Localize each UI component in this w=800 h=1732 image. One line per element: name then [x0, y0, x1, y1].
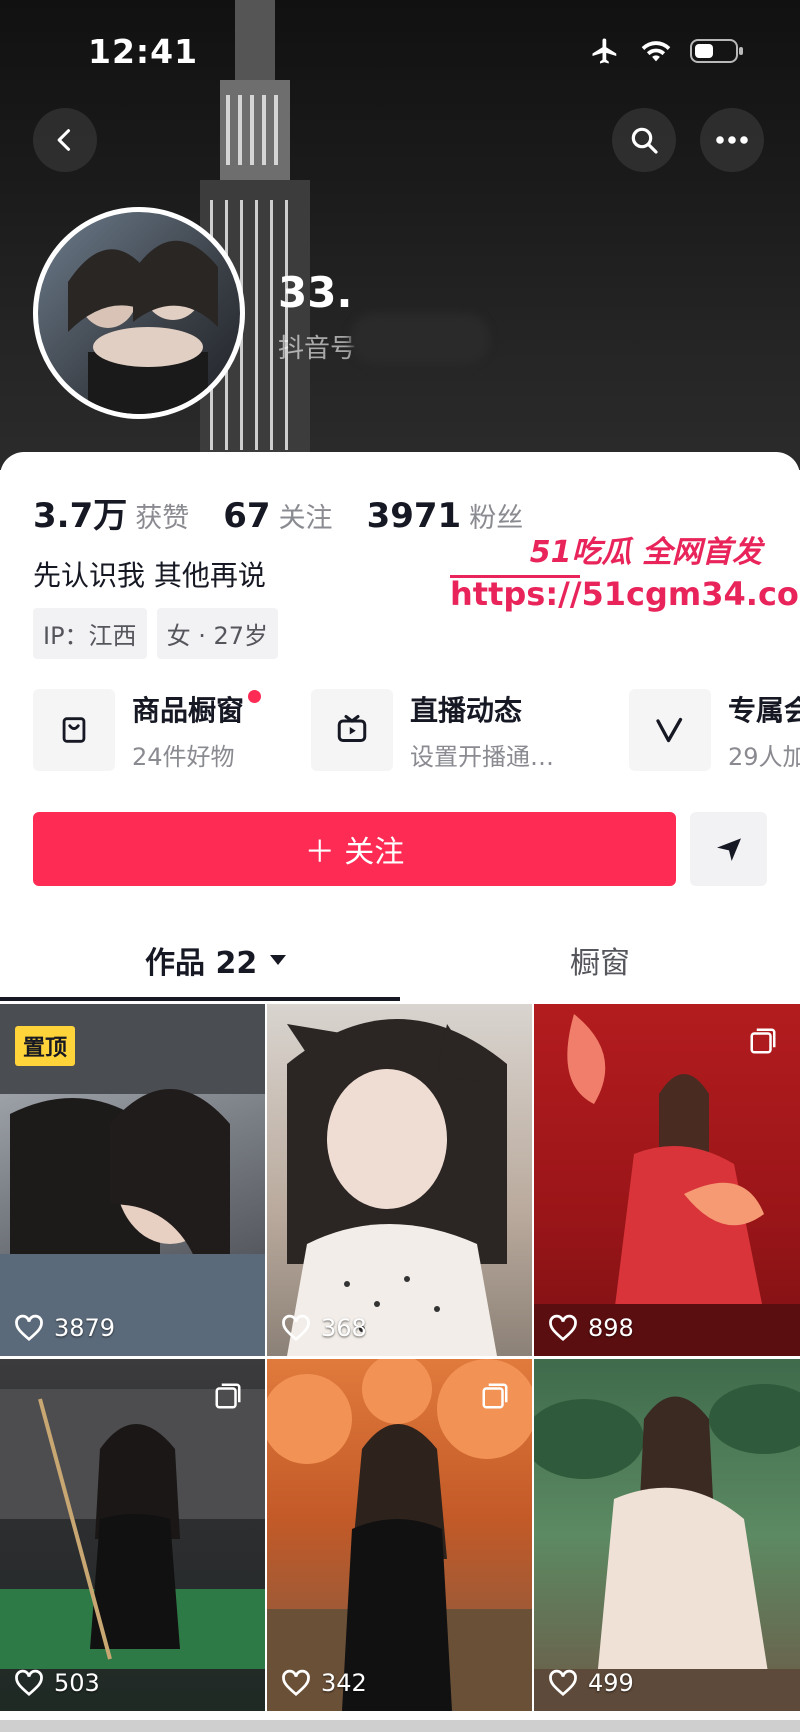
nickname: 33. — [278, 268, 353, 317]
chevron-left-icon — [57, 129, 71, 151]
heart-icon — [549, 1314, 577, 1342]
likes-label: 获赞 — [135, 503, 190, 534]
feature-text: 商品橱窗 24件好物 — [132, 689, 244, 772]
tab-works-label: 作品 22 — [145, 946, 258, 981]
video-likes: 898 — [548, 1314, 634, 1342]
likes-count-label: 503 — [54, 1669, 100, 1697]
bio: 先认识我 其他再说 — [33, 559, 266, 592]
thumbnail-image — [287, 1019, 507, 1356]
multi-image-icon — [215, 1383, 241, 1409]
feature-exclusive[interactable]: 专属会 29人加 — [629, 688, 800, 772]
search-button[interactable] — [612, 108, 676, 172]
avatar-image — [68, 240, 218, 414]
following-label: 关注 — [278, 503, 333, 534]
douyin-id-redacted — [350, 313, 490, 365]
more-dots-icon — [716, 136, 748, 144]
video-thumbnail[interactable]: 342 — [267, 1359, 532, 1711]
profile-card: 3.7万 获赞 67 关注 3971 粉丝 先认识我 其他再说 IP：江西 女 … — [0, 452, 800, 1732]
thumbnail-image — [534, 1014, 800, 1356]
likes-count-label: 368 — [321, 1314, 367, 1342]
likes-count-label: 3879 — [54, 1314, 116, 1342]
airplane-icon — [592, 38, 617, 64]
tab-active-indicator — [0, 997, 400, 1001]
feature-subtitle: 29人加 — [728, 742, 800, 771]
feature-row: 商品橱窗 24件好物 直播动态 设置开播通… 专属会 29人加 — [33, 688, 800, 778]
following-count[interactable]: 67 — [223, 496, 270, 536]
video-grid: 置顶 3879 368 898 503 342 499 — [0, 1004, 800, 1711]
tab-shop-window[interactable]: 橱窗 — [570, 920, 630, 1000]
status-bar: 12:41 — [0, 0, 800, 100]
status-icons — [588, 36, 744, 66]
thumbnail-image — [0, 1389, 265, 1669]
watermark-overlay: 51吃瓜 全网首发 https://51cgm34.com — [450, 527, 800, 613]
video-likes: 368 — [281, 1314, 367, 1342]
heart-icon — [549, 1669, 577, 1697]
v-icon — [656, 717, 683, 743]
profile-tags: IP：江西 女 · 27岁 — [33, 608, 278, 659]
feature-icon-box — [33, 689, 115, 771]
feature-subtitle: 设置开播通… — [410, 742, 554, 771]
feature-live-updates[interactable]: 直播动态 设置开播通… — [311, 688, 554, 772]
more-button[interactable] — [700, 108, 764, 172]
tv-icon — [337, 715, 367, 742]
feature-shop-window[interactable]: 商品橱窗 24件好物 — [33, 688, 261, 772]
thumbnail-image — [267, 1359, 532, 1711]
feature-icon-box — [311, 689, 393, 771]
gender-age-tag: 女 · 27岁 — [156, 608, 278, 659]
video-thumbnail[interactable]: 置顶 3879 — [0, 1004, 265, 1356]
video-likes: 503 — [14, 1669, 100, 1697]
message-button[interactable] — [690, 812, 767, 886]
watermark-title: 51吃瓜 全网首发 — [529, 535, 762, 570]
douyin-id-label: 抖音号 — [278, 334, 357, 364]
likes-count[interactable]: 3.7万 — [33, 488, 127, 537]
video-likes: 3879 — [14, 1314, 115, 1342]
status-time: 12:41 — [88, 32, 199, 71]
video-likes: 499 — [548, 1669, 634, 1697]
video-thumbnail[interactable]: 898 — [534, 1004, 800, 1356]
battery-icon — [690, 39, 743, 63]
tab-works[interactable]: 作品 22 — [145, 920, 289, 1000]
video-likes: 342 — [281, 1669, 367, 1697]
send-icon — [716, 838, 741, 861]
watermark-line — [450, 575, 580, 578]
feature-text: 直播动态 设置开播通… — [410, 689, 554, 772]
feature-title: 商品橱窗 — [132, 693, 245, 727]
watermark-url: https://51cgm34.com — [450, 575, 800, 613]
multi-image-icon — [750, 1028, 776, 1054]
ip-location-tag: IP：江西 — [33, 608, 147, 659]
bag-icon — [62, 717, 86, 743]
wifi-icon — [641, 41, 671, 62]
feature-text: 专属会 29人加 — [728, 689, 800, 772]
likes-count-label: 499 — [588, 1669, 634, 1697]
thumbnail-image — [534, 1384, 800, 1711]
followers-count[interactable]: 3971 — [367, 496, 462, 536]
content-tabs: 作品 22 橱窗 — [0, 920, 800, 1000]
multi-image-icon — [482, 1383, 508, 1409]
follow-button[interactable]: ＋ 关注 — [33, 812, 676, 886]
back-button[interactable] — [33, 108, 97, 172]
search-icon — [631, 127, 658, 154]
video-thumbnail[interactable]: 368 — [267, 1004, 532, 1356]
video-thumbnail[interactable]: 499 — [534, 1359, 800, 1711]
heart-icon — [282, 1669, 310, 1697]
likes-count-label: 898 — [588, 1314, 634, 1342]
avatar[interactable] — [33, 207, 245, 419]
feature-icon-box — [629, 689, 711, 771]
heart-icon — [282, 1314, 310, 1342]
feature-title: 直播动态 — [410, 693, 523, 727]
feature-subtitle: 24件好物 — [132, 742, 235, 771]
video-thumbnail[interactable]: 503 — [0, 1359, 265, 1711]
likes-count-label: 342 — [321, 1669, 367, 1697]
heart-icon — [15, 1314, 43, 1342]
feature-title: 专属会 — [728, 693, 800, 727]
next-row-preview — [0, 1720, 800, 1732]
heart-icon — [15, 1669, 43, 1697]
caret-down-icon — [270, 955, 287, 965]
notification-dot — [248, 690, 261, 703]
pinned-badge: 置顶 — [15, 1026, 76, 1066]
profile-cover: 12:41 33. 抖音号 — [0, 0, 800, 470]
